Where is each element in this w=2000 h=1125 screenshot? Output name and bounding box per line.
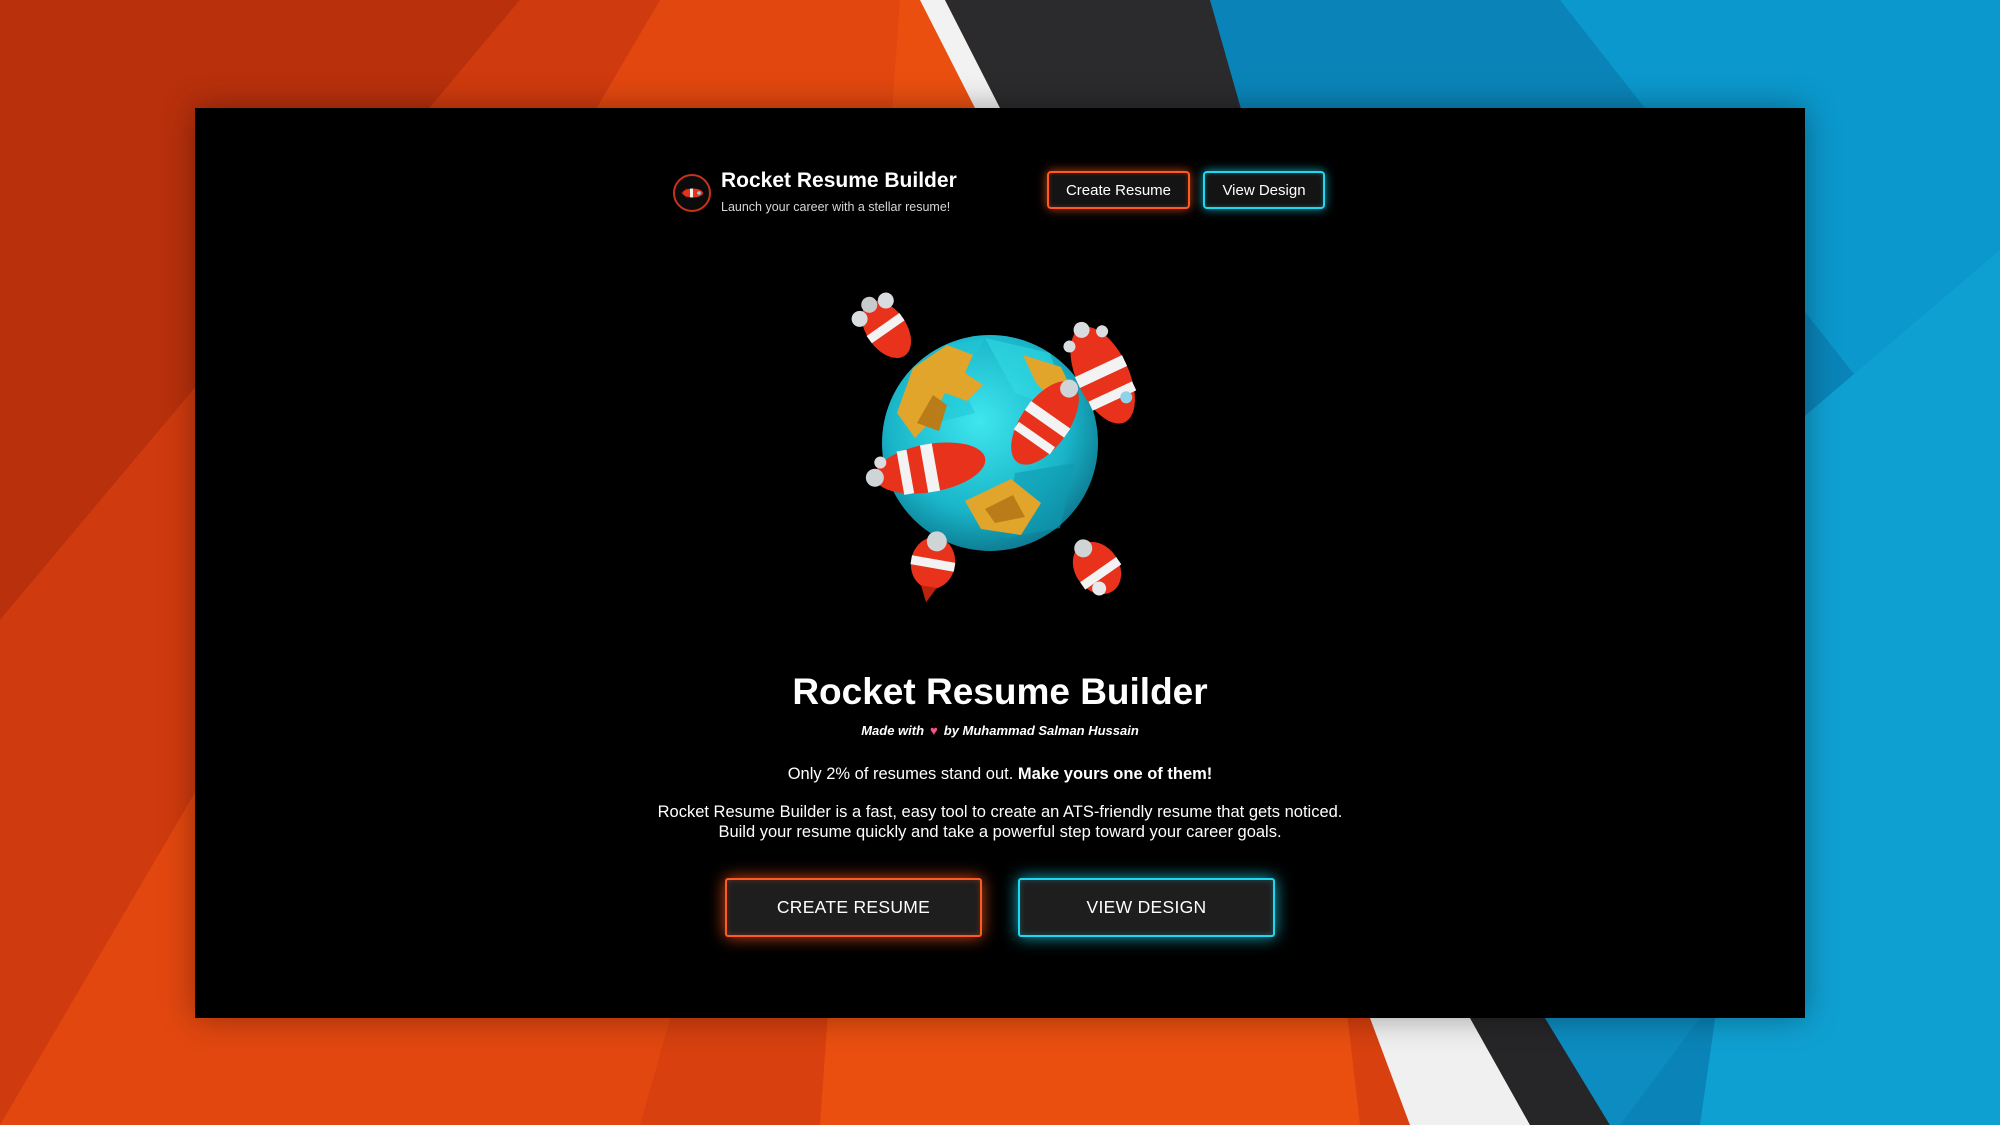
hero-credit: Made with ♥ by Muhammad Salman Hussain [195, 723, 1805, 738]
globe-with-rockets-illustration [851, 292, 1137, 603]
brand: Rocket Resume Builder Launch your career… [673, 163, 1003, 233]
description-line: Build your resume quickly and take a pow… [718, 823, 1282, 841]
header-view-design-button[interactable]: View Design [1203, 171, 1325, 209]
description-line: Rocket Resume Builder is a fast, easy to… [657, 803, 1343, 821]
view-design-button[interactable]: VIEW DESIGN [1018, 878, 1275, 937]
stat-emphasis: Make yours one of them! [1017, 765, 1213, 783]
header: Rocket Resume Builder Launch your career… [195, 163, 1805, 233]
app-window: Rocket Resume Builder Launch your career… [195, 108, 1805, 1018]
credit-author: by Muhammad Salman Hussain [943, 723, 1139, 738]
brand-title: Rocket Resume Builder [721, 169, 957, 192]
credit-prefix: Made with [861, 723, 925, 738]
hero-description: Rocket Resume Builder is a fast, easy to… [195, 802, 1805, 842]
hero-stat: Only 2% of resumes stand out. Make yours… [195, 765, 1805, 784]
heart-icon: ♥ [930, 723, 938, 738]
header-create-resume-button[interactable]: Create Resume [1047, 171, 1190, 209]
brand-tagline: Launch your career with a stellar resume… [721, 200, 951, 214]
rocket-icon [673, 174, 711, 212]
hero-title: Rocket Resume Builder [792, 671, 1208, 712]
stat-text: Only 2% of resumes stand out. [787, 765, 1014, 783]
create-resume-button[interactable]: CREATE RESUME [725, 878, 982, 937]
